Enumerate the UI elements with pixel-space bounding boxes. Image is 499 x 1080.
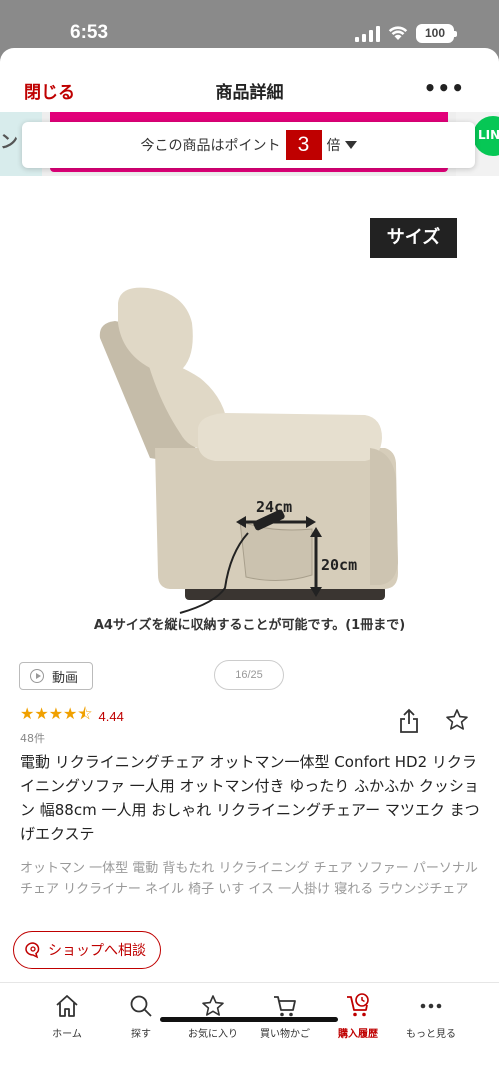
cart-icon	[274, 996, 296, 1017]
nav-home[interactable]: ホーム	[32, 993, 102, 1040]
width-dimension-label: 24cm	[256, 498, 292, 516]
favorite-star-icon[interactable]	[445, 708, 469, 732]
search-icon	[130, 995, 152, 1017]
image-caption: A4サイズを縦に収納することが可能です。(1冊まで)	[93, 618, 406, 633]
more-icon	[420, 1003, 442, 1009]
nav-more-label: もっと見る	[406, 1029, 456, 1040]
home-indicator[interactable]	[160, 1017, 338, 1022]
product-title: 電動 リクライニングチェア オットマン一体型 Confort HD2 リクライニ…	[20, 753, 480, 843]
nav-search-label: 探す	[131, 1029, 151, 1040]
wifi-icon	[388, 26, 408, 40]
nav-cart-label: 買い物かご	[260, 1029, 310, 1040]
rating-value: 4.44	[98, 708, 124, 724]
share-icon[interactable]	[398, 708, 420, 734]
height-dimension-label: 20cm	[321, 556, 357, 574]
header: 閉じる 商品詳細 •••	[0, 48, 499, 110]
battery-icon: 100	[416, 24, 457, 43]
image-counter: 16/25	[214, 660, 284, 690]
video-button-label: 動画	[52, 670, 79, 686]
nav-favorites-label: お気に入り	[188, 1029, 238, 1040]
nav-home-label: ホーム	[52, 1029, 82, 1040]
star-icon	[202, 995, 224, 1016]
bottom-nav: ホーム 探す お気に入り 買い物かご 購入履歴 もっと見る	[0, 982, 499, 1080]
product-detail-sheet: 閉じる 商品詳細 ••• ント LIN 今この商品はポイント 3 倍 24cm …	[0, 48, 499, 1080]
status-bar: 6:53 100	[0, 0, 499, 50]
points-bar[interactable]: 今この商品はポイント 3 倍	[22, 122, 475, 168]
points-multiplier: 3	[285, 130, 322, 160]
review-count[interactable]: 48件	[20, 730, 45, 746]
battery-level: 100	[424, 26, 446, 40]
points-suffix: 倍	[326, 138, 341, 154]
shop-chat-label: ショップへ相談	[48, 943, 146, 959]
nav-purchase-history-label: 購入履歴	[338, 1029, 378, 1040]
home-icon	[56, 995, 78, 1017]
product-tags: オットマン 一体型 電動 背もたれ リクライニング チェア ソファー パーソナル…	[20, 861, 478, 897]
video-button[interactable]: 動画	[19, 662, 93, 690]
caret-down-icon	[344, 141, 357, 149]
rating-row[interactable]: ★★★★⯪ 4.44	[20, 704, 124, 726]
play-icon	[30, 669, 44, 683]
more-menu-button[interactable]: •••	[424, 76, 465, 100]
cellular-signal-icon	[355, 26, 380, 42]
shop-chat-button[interactable]: ショップへ相談	[13, 931, 161, 969]
history-icon	[347, 993, 369, 1017]
product-image[interactable]: 24cm 20cm	[0, 193, 499, 643]
rating-stars: ★★★★⯪	[20, 703, 93, 723]
chat-icon	[25, 942, 40, 959]
size-tag: サイズ	[370, 218, 457, 258]
points-prefix: 今この商品はポイント	[140, 138, 281, 154]
nav-more[interactable]: もっと見る	[396, 993, 466, 1040]
status-time: 6:53	[70, 22, 109, 43]
